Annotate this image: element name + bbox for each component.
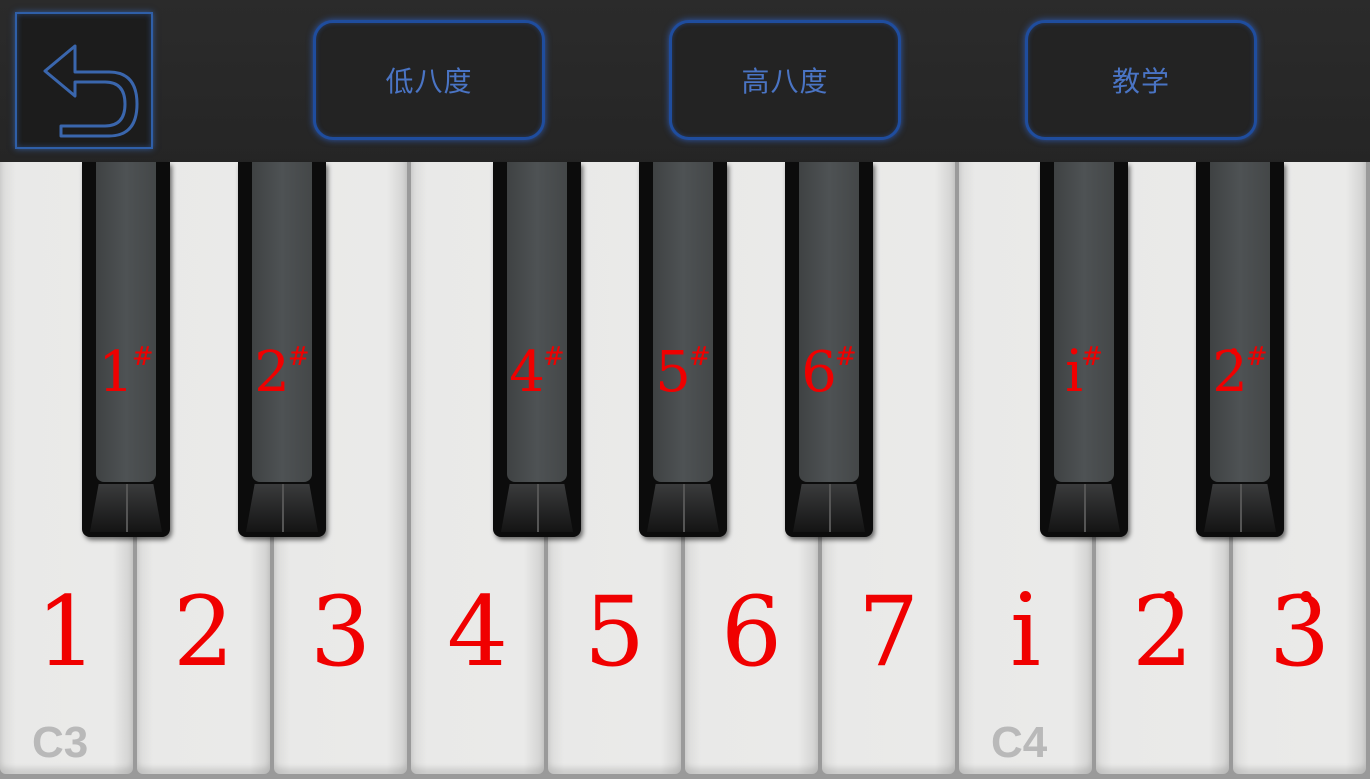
black-key-6-sharp[interactable]: 6# [785, 162, 873, 537]
lower-octave-button[interactable]: 低八度 [313, 20, 545, 140]
octave-label-c4: C4 [991, 718, 1048, 767]
key-label: 4 [446, 576, 509, 688]
teaching-button[interactable]: 教学 [1025, 20, 1257, 140]
key-label: 3 [309, 576, 372, 688]
black-key-label: 5# [655, 340, 711, 405]
key-label: 2 [172, 576, 235, 688]
black-key-4-sharp[interactable]: 4# [493, 162, 581, 537]
black-key-2-sharp[interactable]: 2# [238, 162, 326, 537]
key-label: 3̇ [1268, 576, 1331, 688]
teaching-label: 教学 [1111, 65, 1170, 98]
key-label: 2̇ [1131, 576, 1194, 688]
higher-octave-button[interactable]: 高八度 [669, 20, 901, 140]
higher-octave-label: 高八度 [741, 65, 829, 98]
black-key-label: 1# [98, 340, 154, 405]
black-key-high-1-sharp[interactable]: i̇# [1040, 162, 1128, 537]
key-label: 7 [857, 576, 920, 688]
key-label: i̇ [1010, 576, 1041, 688]
black-key-high-2-sharp[interactable]: 2̇# [1196, 162, 1284, 537]
black-key-foot [1048, 484, 1120, 532]
piano-keyboard: 1 C3 2 3 4 5 6 7 i̇ C4 2̇ 3̇ 1# 2# 4# 5#… [0, 162, 1370, 779]
black-key-label: 4# [509, 340, 565, 405]
black-key-label: 2# [254, 340, 310, 405]
key-label: 1 [35, 576, 98, 688]
top-toolbar: 低八度 高八度 教学 [0, 0, 1370, 162]
back-arrow-icon [43, 44, 139, 138]
black-key-foot [90, 484, 162, 532]
back-button[interactable] [15, 12, 153, 149]
black-key-1-sharp[interactable]: 1# [82, 162, 170, 537]
black-key-label: i̇# [1065, 340, 1103, 405]
lower-octave-label: 低八度 [385, 65, 473, 98]
black-key-label: 2̇# [1212, 340, 1268, 405]
black-key-foot [1204, 484, 1276, 532]
black-key-foot [501, 484, 573, 532]
black-key-foot [647, 484, 719, 532]
key-label: 5 [583, 576, 646, 688]
black-key-5-sharp[interactable]: 5# [639, 162, 727, 537]
black-key-foot [793, 484, 865, 532]
octave-label-c3: C3 [32, 718, 89, 767]
black-key-label: 6# [801, 340, 857, 405]
key-label: 6 [720, 576, 783, 688]
black-key-foot [246, 484, 318, 532]
